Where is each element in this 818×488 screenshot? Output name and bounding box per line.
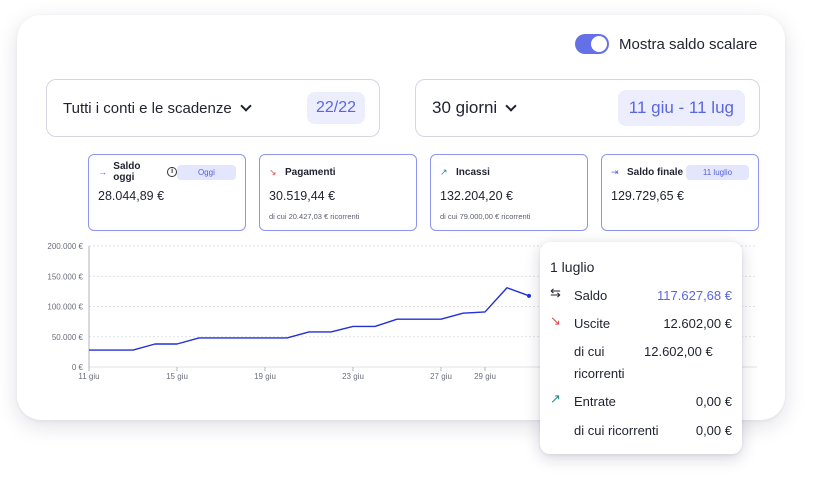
trend-down-icon: ↘ — [550, 313, 561, 328]
y-tick-label: 50.000 € — [52, 333, 84, 342]
tooltip-value: 12.602,00 € — [644, 344, 713, 359]
tooltip-label: Entrate — [574, 394, 616, 409]
x-axis-ticks: 11 giu 15 giu 19 giu 23 giu 27 giu 29 giu — [78, 367, 496, 381]
y-tick-label: 0 € — [72, 363, 84, 372]
y-tick-label: 150.000 € — [47, 272, 83, 281]
y-axis-ticks: 200.000 € 150.000 € 100.000 € 50.000 € 0 € — [47, 242, 83, 372]
x-tick-label: 29 giu — [474, 372, 496, 381]
trend-up-icon: ↗ — [550, 391, 561, 406]
tooltip-value: 0,00 € — [695, 423, 732, 438]
tooltip-value: 0,00 € — [695, 394, 732, 409]
series-line-saldo — [89, 287, 530, 351]
tooltip-date: 1 luglio — [550, 259, 595, 275]
chart-tooltip: 1 luglio ⇆ Saldo 117.627,68 € ↘ Uscite 1… — [540, 242, 742, 454]
x-tick-label: 19 giu — [254, 372, 276, 381]
merge-arrows-icon: ⇆ — [550, 285, 561, 300]
tooltip-value: 117.627,68 € — [657, 288, 732, 303]
tooltip-label: Saldo — [574, 288, 608, 303]
tooltip-label: di cui ricorrenti — [574, 344, 625, 381]
x-tick-label: 27 giu — [430, 372, 452, 381]
hover-point — [527, 293, 531, 298]
tooltip-row-uscite-ricorrenti: di cui ricorrenti 12.602,00 € — [550, 341, 732, 385]
tooltip-row-entrate: ↗ Entrate 0,00 € — [550, 391, 732, 413]
tooltip-row-saldo: ⇆ Saldo 117.627,68 € — [550, 285, 732, 307]
x-tick-label: 23 giu — [342, 372, 364, 381]
x-tick-label: 15 giu — [166, 372, 188, 381]
tooltip-label: Uscite — [574, 316, 611, 331]
tooltip-row-uscite: ↘ Uscite 12.602,00 € — [550, 313, 732, 335]
y-tick-label: 100.000 € — [47, 303, 83, 312]
tooltip-row-entrate-ricorrenti: di cui ricorrenti 0,00 € — [550, 420, 732, 442]
tooltip-value: 12.602,00 € — [663, 316, 732, 331]
x-tick-label: 11 giu — [78, 372, 99, 381]
tooltip-label: di cui ricorrenti — [574, 423, 659, 438]
y-tick-label: 200.000 € — [47, 242, 83, 251]
